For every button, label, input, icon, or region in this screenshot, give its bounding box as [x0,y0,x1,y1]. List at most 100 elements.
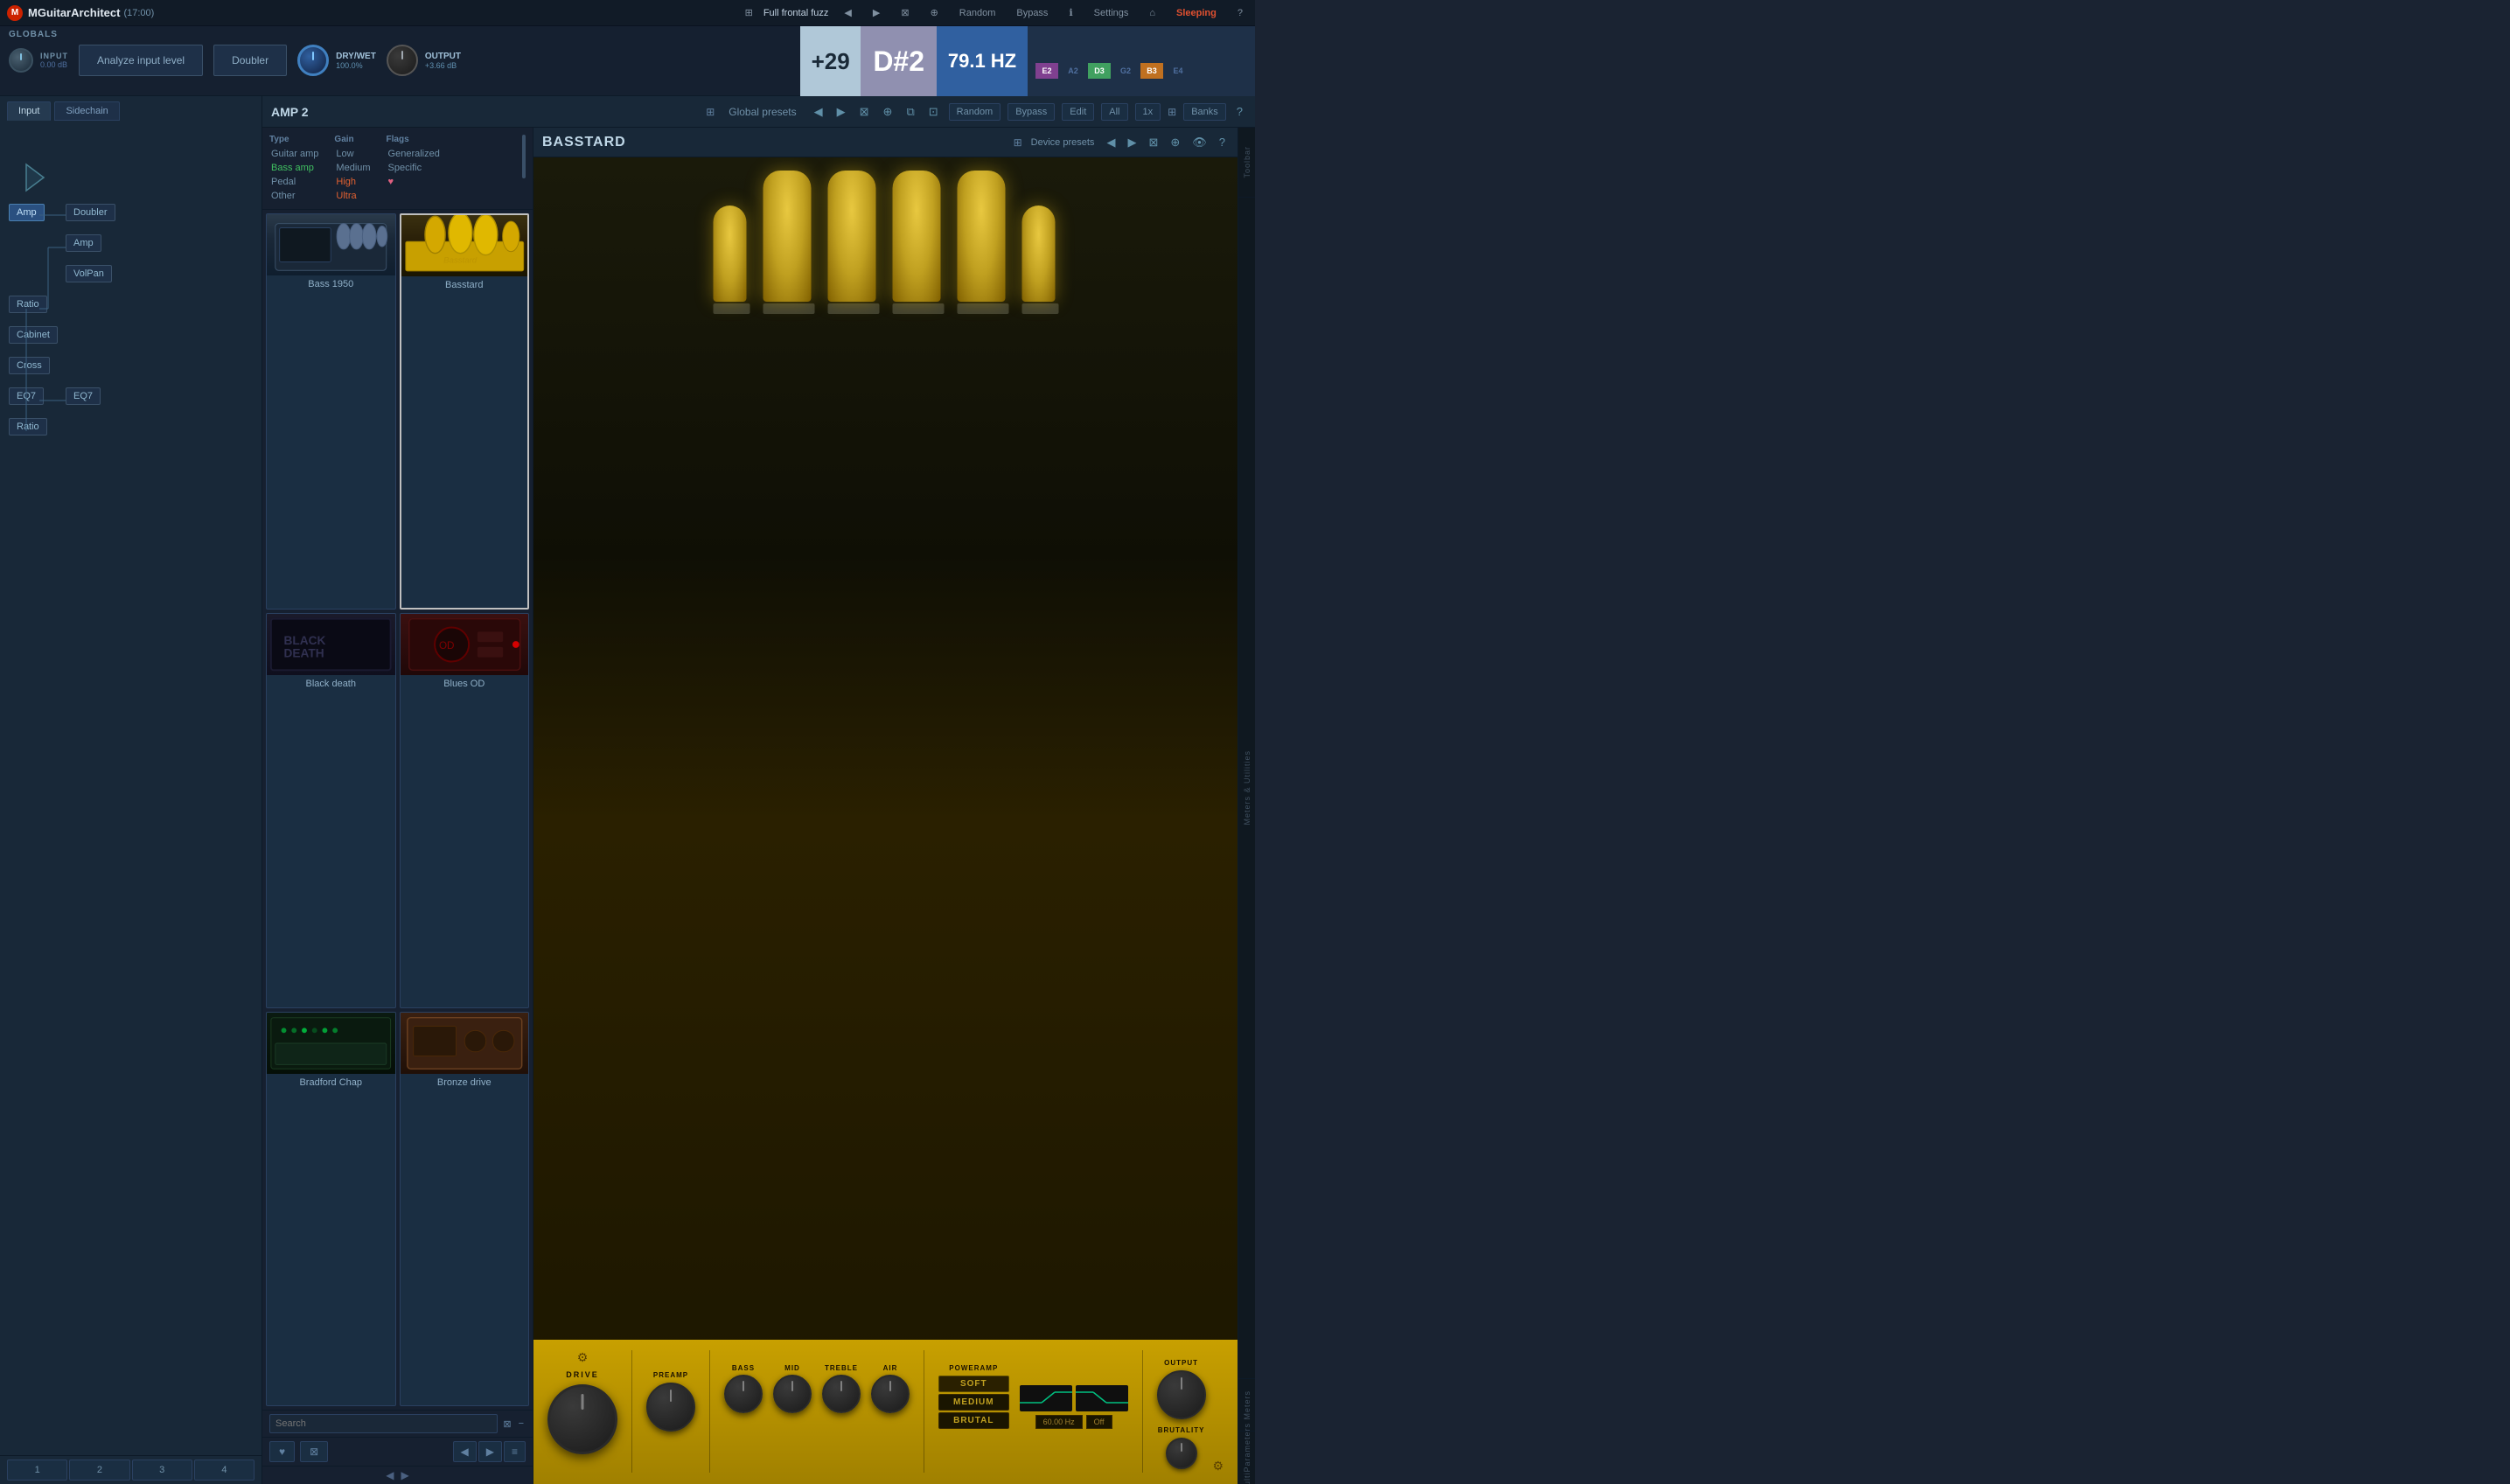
amp-help-btn[interactable]: ? [1233,103,1246,120]
device-prev-btn[interactable]: ◀ [1103,134,1119,151]
global-presets-label[interactable]: Global presets [722,103,803,121]
search-minus-icon[interactable]: − [517,1417,526,1431]
search-clear-icon[interactable]: ⊠ [501,1417,512,1432]
tuner-string-a2[interactable]: A2 [1061,63,1085,89]
tuner-string-d3[interactable]: D3 [1087,63,1112,89]
bass-knob[interactable] [724,1375,763,1413]
browser-arrow-right[interactable]: ▶ [398,1469,413,1481]
chain-tab-4[interactable]: 4 [194,1460,254,1481]
chain-tab-3[interactable]: 3 [132,1460,192,1481]
filter-gain-medium[interactable]: Medium [334,162,372,174]
chain-node-eq7-2[interactable]: EQ7 [66,387,101,405]
amp-add-btn[interactable]: ⊕ [880,103,896,121]
banks-btn[interactable]: Banks [1183,103,1226,121]
chain-node-doubler[interactable]: Doubler [66,204,115,221]
device-add-btn[interactable]: ⊕ [1167,134,1183,151]
filter-flags-fav[interactable]: ♥ [387,176,442,188]
amp-all-btn[interactable]: All [1101,103,1127,121]
device-save-btn[interactable]: ⊠ [1145,134,1161,151]
chain-node-ratio[interactable]: Ratio [9,296,47,313]
amp-edit-btn[interactable]: Edit [1062,103,1094,121]
chain-node-ratio2[interactable]: Ratio [9,418,47,435]
home-icon[interactable]: ⌂ [1144,6,1161,20]
bypass-btn[interactable]: Bypass [1011,6,1053,20]
filter-flags-generalized[interactable]: Generalized [387,148,442,160]
air-knob[interactable] [871,1375,910,1413]
amp-card-bradford[interactable]: Bradford Chap [266,1012,396,1406]
amp-save-btn[interactable]: ⊠ [856,103,873,121]
filter-type-guitar[interactable]: Guitar amp [269,148,320,160]
footer-next-btn[interactable]: ▶ [478,1441,502,1462]
amp-prev-btn[interactable]: ◀ [811,103,826,121]
browser-arrow-left[interactable]: ◀ [382,1469,397,1481]
pa-brutal-btn[interactable]: BRUTAL [938,1412,1009,1429]
filter-type-pedal[interactable]: Pedal [269,176,320,188]
rand-btn[interactable]: ⊠ [300,1441,328,1462]
search-input[interactable] [269,1414,498,1433]
device-preset-label[interactable]: Device presets [1031,137,1095,148]
tab-input[interactable]: Input [7,101,51,121]
chain-tab-2[interactable]: 2 [69,1460,129,1481]
pa-medium-btn[interactable]: MEDIUM [938,1394,1009,1411]
filter-gain-ultra[interactable]: Ultra [334,190,372,202]
chain-node-amp2[interactable]: Amp [66,234,101,252]
output-knob[interactable] [387,45,418,76]
filter-scroll[interactable] [522,135,526,202]
device-next-btn[interactable]: ▶ [1124,134,1140,151]
chain-node-volpan[interactable]: VolPan [66,265,112,282]
amp-card-basstard[interactable]: Basstard Basstard [400,213,530,610]
output-section-knob[interactable] [1157,1370,1206,1419]
tuner-string-b3[interactable]: B3 [1140,63,1164,89]
tuner-string-g2[interactable]: G2 [1113,63,1138,89]
device-eye-btn[interactable]: 👁 [1189,134,1210,151]
amp-card-blackdeath[interactable]: BLACK DEATH Black death [266,613,396,1007]
amp-random-btn[interactable]: Random [949,103,1001,121]
preamp-knob[interactable] [646,1383,695,1432]
tab-sidechain[interactable]: Sidechain [54,101,119,121]
preset-add-btn[interactable]: ⊕ [925,5,944,20]
footer-menu-btn[interactable]: ≡ [504,1441,526,1462]
amp-bypass-btn[interactable]: Bypass [1007,103,1055,121]
amp-next-btn[interactable]: ▶ [833,103,849,121]
input-knob[interactable] [9,48,33,73]
settings-btn[interactable]: Settings [1089,6,1134,20]
mid-knob[interactable] [773,1375,812,1413]
random-btn[interactable]: Random [954,6,1001,20]
treble-knob[interactable] [822,1375,861,1413]
filter-gain-low[interactable]: Low [334,148,372,160]
chain-node-cross[interactable]: Cross [9,357,50,374]
brutality-knob[interactable] [1166,1438,1197,1469]
amp-card-bluesod[interactable]: OD Blues OD [400,613,530,1007]
amp-card-bass1950[interactable]: Bass 1950 [266,213,396,610]
amp-1x-btn[interactable]: 1x [1135,103,1161,121]
amp-card-bronze[interactable]: Bronze drive [400,1012,530,1406]
filter-flags-specific[interactable]: Specific [387,162,442,174]
footer-prev-btn[interactable]: ◀ [453,1441,477,1462]
filter-on-btn[interactable]: Off [1086,1415,1112,1429]
pa-soft-btn[interactable]: SOFT [938,1376,1009,1392]
device-help-btn[interactable]: ? [1216,134,1229,150]
preset-prev-btn[interactable]: ◀ [839,5,856,20]
amp-paste-btn[interactable]: ⊡ [925,103,942,121]
tuner-string-e4[interactable]: E4 [1166,63,1190,89]
filter-freq-btn[interactable]: 60.00 Hz [1035,1415,1083,1429]
help-btn[interactable]: ? [1232,6,1248,20]
filter-type-other[interactable]: Other [269,190,320,202]
doubler-btn[interactable]: Doubler [213,45,287,76]
preset-next-btn[interactable]: ▶ [868,5,885,20]
analyze-btn[interactable]: Analyze input level [79,45,203,76]
sleeping-btn[interactable]: Sleeping [1171,6,1222,20]
chain-node-cabinet[interactable]: Cabinet [9,326,58,344]
chain-node-amp[interactable]: Amp [9,204,45,221]
drive-knob[interactable] [547,1384,617,1454]
dry-wet-knob[interactable] [297,45,329,76]
chain-tab-1[interactable]: 1 [7,1460,67,1481]
amp-copy-btn[interactable]: ⧉ [903,103,917,121]
filter-type-bass[interactable]: Bass amp [269,162,320,174]
tuner-string-e2[interactable]: E2 [1035,63,1059,89]
filter-gain-high[interactable]: High [334,176,372,188]
fav-btn[interactable]: ♥ [269,1441,295,1462]
chain-node-eq7-1[interactable]: EQ7 [9,387,44,405]
preset-save-btn[interactable]: ⊠ [896,5,914,20]
info-icon[interactable]: ℹ [1063,5,1077,20]
